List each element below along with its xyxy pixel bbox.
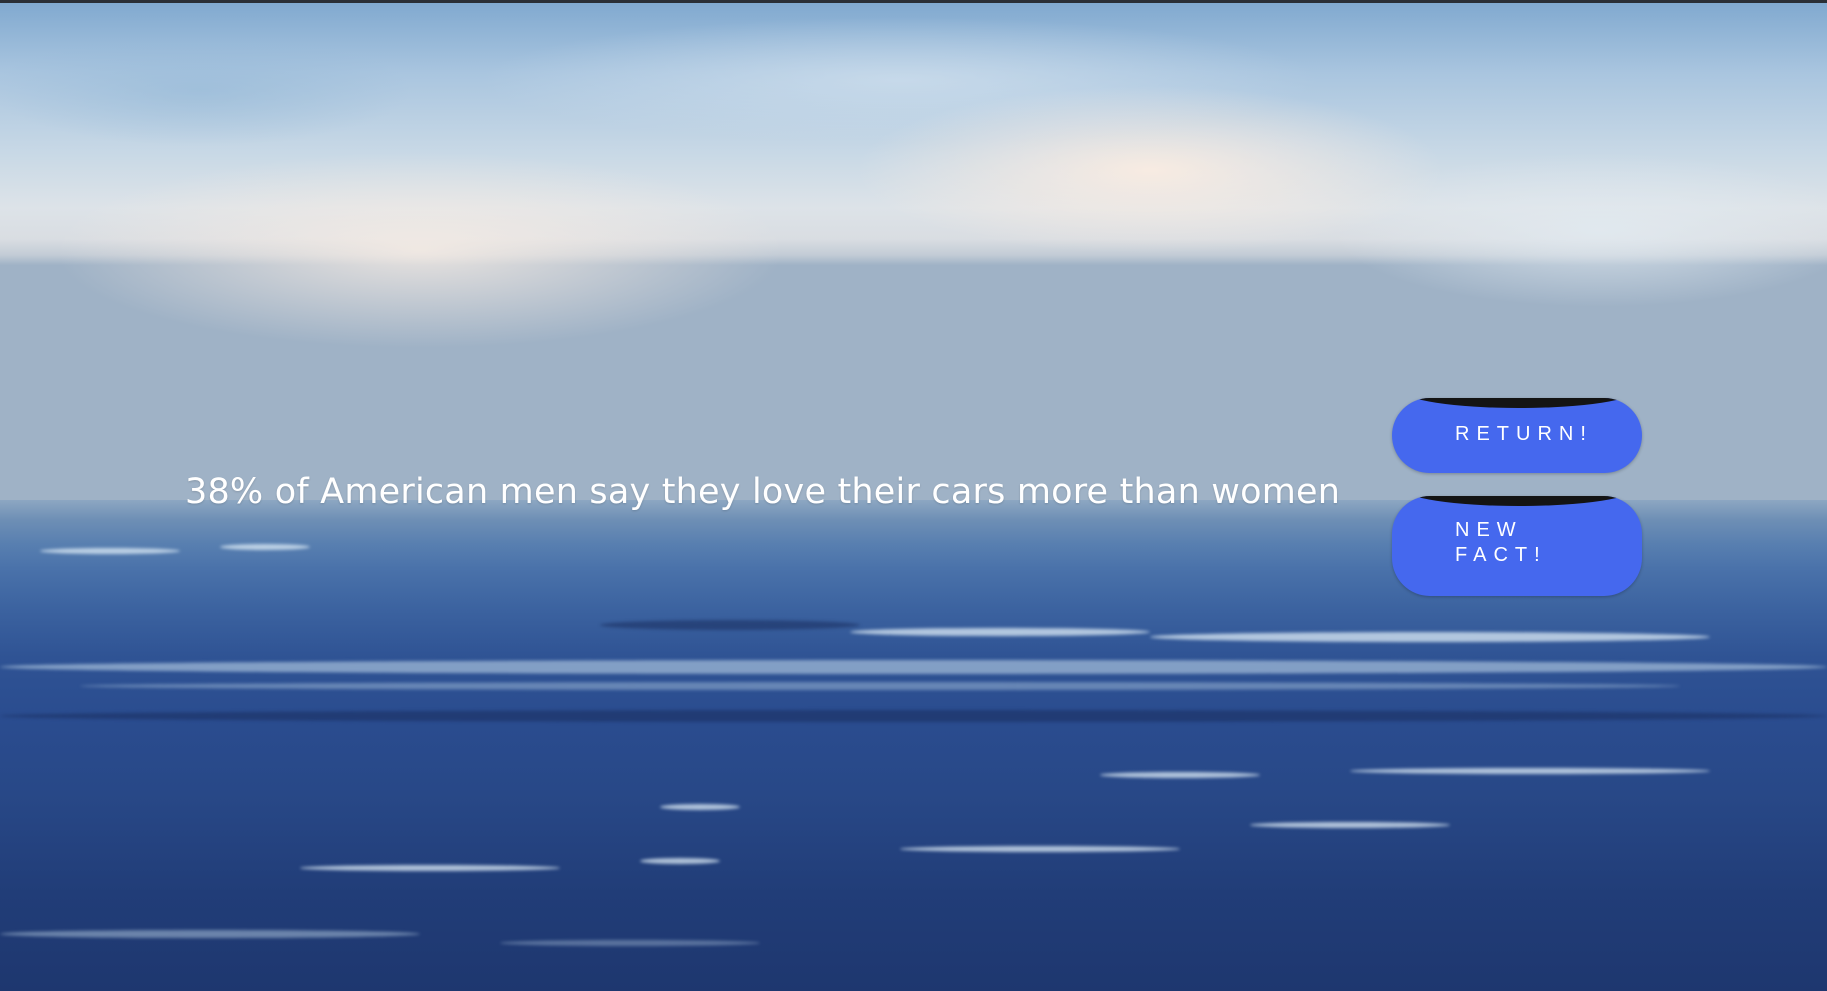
wave-shadow [0, 710, 1827, 722]
top-border [0, 0, 1827, 3]
wave-crest [1150, 632, 1710, 642]
wave-crest [0, 660, 1827, 674]
wave-crest [0, 930, 420, 938]
page: 38% of American men say they love their … [0, 0, 1827, 991]
new-fact-button[interactable]: NEW FACT! [1392, 496, 1642, 596]
wave-crest [80, 682, 1680, 690]
return-button-label: RETURN! [1455, 423, 1593, 445]
wave-crest [1350, 768, 1710, 774]
wave-crest [220, 544, 310, 550]
wave-crest [40, 548, 180, 554]
wave-crest [850, 628, 1150, 636]
return-button[interactable]: RETURN! [1392, 398, 1642, 473]
fact-text: 38% of American men say they love their … [185, 472, 1341, 512]
wave-crest [640, 858, 720, 864]
wave-crest [500, 940, 760, 946]
wave-shadow [600, 620, 860, 630]
wave-crest [660, 804, 740, 810]
wave-crest [300, 865, 560, 871]
new-fact-button-label: NEW FACT! [1455, 519, 1547, 566]
wave-crest [1250, 822, 1450, 828]
wave-crest [900, 846, 1180, 852]
wave-crest [1100, 772, 1260, 778]
